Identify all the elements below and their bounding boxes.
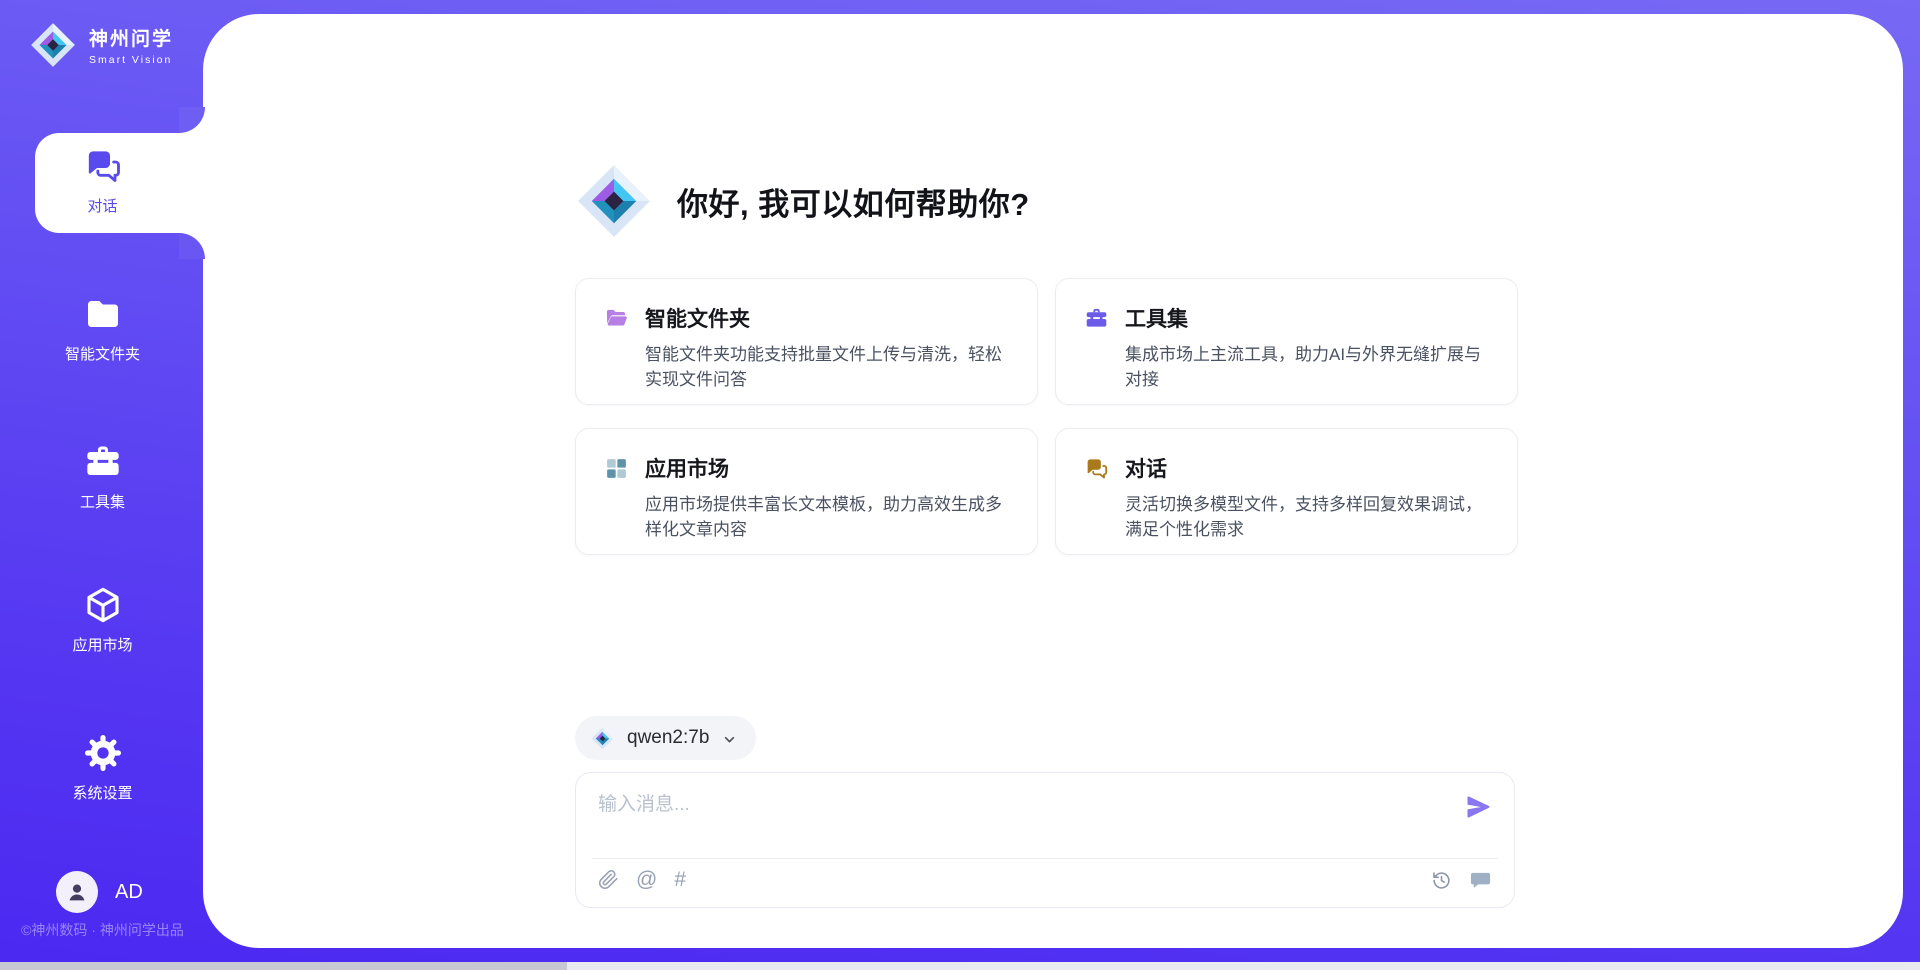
horizontal-scrollbar-track[interactable]: [0, 962, 1920, 970]
composer-tools-right: [1431, 869, 1492, 892]
app-window: 神州问学 Smart Vision 对话 智能文件夹 工具集 应用市场 系统设置…: [0, 0, 1920, 970]
greeting-text: 你好, 我可以如何帮助你?: [677, 179, 1030, 224]
active-tab-fillet-bottom: [179, 233, 205, 259]
cube-icon: [83, 585, 123, 625]
sidebar-item-label: 应用市场: [72, 634, 132, 655]
mention-icon[interactable]: @: [636, 869, 657, 890]
folder-icon: [83, 294, 123, 334]
card-chat[interactable]: 对话 灵活切换多模型文件，支持多样回复效果调试，满足个性化需求: [1055, 428, 1518, 555]
toolbox-icon: [83, 442, 123, 482]
diamond-logo-icon: [590, 726, 615, 751]
avatar: [56, 871, 98, 913]
user-account[interactable]: AD: [56, 871, 143, 913]
sidebar-item-smart-folder[interactable]: 智能文件夹: [0, 294, 205, 364]
card-app-market[interactable]: 应用市场 应用市场提供丰富长文本模板，助力高效生成多样化文章内容: [575, 428, 1038, 555]
card-description: 灵活切换多模型文件，支持多样回复效果调试，满足个性化需求: [1125, 492, 1491, 542]
sidebar-item-label: 系统设置: [72, 782, 132, 803]
sidebar-item-settings[interactable]: 系统设置: [0, 733, 205, 803]
card-description: 应用市场提供丰富长文本模板，助力高效生成多样化文章内容: [645, 492, 1011, 542]
sidebar-item-label: 对话: [87, 195, 117, 216]
copyright-footer: ©神州数码 · 神州问学出品: [0, 920, 205, 940]
model-selector[interactable]: qwen2:7b: [575, 716, 756, 760]
folder-open-icon: [604, 306, 629, 331]
card-description: 集成市场上主流工具，助力AI与外界无缝扩展与对接: [1125, 342, 1491, 392]
grid-icon: [604, 456, 629, 481]
composer-divider: [592, 858, 1498, 859]
card-title: 对话: [1125, 453, 1167, 483]
chevron-down-icon: [721, 731, 738, 748]
chat-icon: [1084, 456, 1109, 481]
sidebar-item-app-market[interactable]: 应用市场: [0, 585, 205, 655]
chat-bubble-icon[interactable]: [1469, 869, 1492, 892]
card-title: 智能文件夹: [645, 303, 750, 333]
gear-icon: [83, 733, 123, 773]
chat-icon: [83, 146, 123, 186]
person-icon: [65, 880, 89, 904]
card-toolset[interactable]: 工具集 集成市场上主流工具，助力AI与外界无缝扩展与对接: [1055, 278, 1518, 405]
hash-icon[interactable]: #: [674, 869, 686, 890]
card-smart-folder[interactable]: 智能文件夹 智能文件夹功能支持批量文件上传与清洗，轻松实现文件问答: [575, 278, 1038, 405]
active-tab-fillet-top: [179, 107, 205, 133]
model-name: qwen2:7b: [627, 727, 709, 749]
sidebar-item-label: 工具集: [80, 491, 125, 512]
sidebar-item-chat[interactable]: 对话: [0, 146, 205, 216]
paperclip-icon[interactable]: [598, 869, 619, 890]
brand-logo-block: 神州问学 Smart Vision: [28, 20, 173, 70]
sidebar-item-label: 智能文件夹: [65, 343, 140, 364]
user-name: AD: [115, 881, 143, 904]
diamond-logo-icon: [573, 160, 655, 242]
card-title: 应用市场: [645, 453, 729, 483]
send-button[interactable]: [1464, 793, 1492, 821]
brand-title: 神州问学: [89, 24, 173, 51]
diamond-logo-icon: [28, 20, 78, 70]
toolbox-icon: [1084, 306, 1109, 331]
card-description: 智能文件夹功能支持批量文件上传与清洗，轻松实现文件问答: [645, 342, 1011, 392]
history-icon[interactable]: [1431, 870, 1452, 891]
message-composer: @ #: [575, 772, 1515, 908]
composer-tools-left: @ #: [598, 869, 686, 890]
brand-subtitle: Smart Vision: [89, 54, 173, 66]
horizontal-scrollbar-thumb[interactable]: [0, 962, 567, 970]
message-input[interactable]: [598, 789, 1453, 847]
feature-cards: 智能文件夹 智能文件夹功能支持批量文件上传与清洗，轻松实现文件问答 工具集 集成…: [575, 278, 1518, 555]
send-icon: [1464, 793, 1492, 821]
greeting-block: 你好, 我可以如何帮助你?: [573, 160, 1030, 242]
sidebar-item-toolset[interactable]: 工具集: [0, 442, 205, 512]
card-title: 工具集: [1125, 303, 1188, 333]
